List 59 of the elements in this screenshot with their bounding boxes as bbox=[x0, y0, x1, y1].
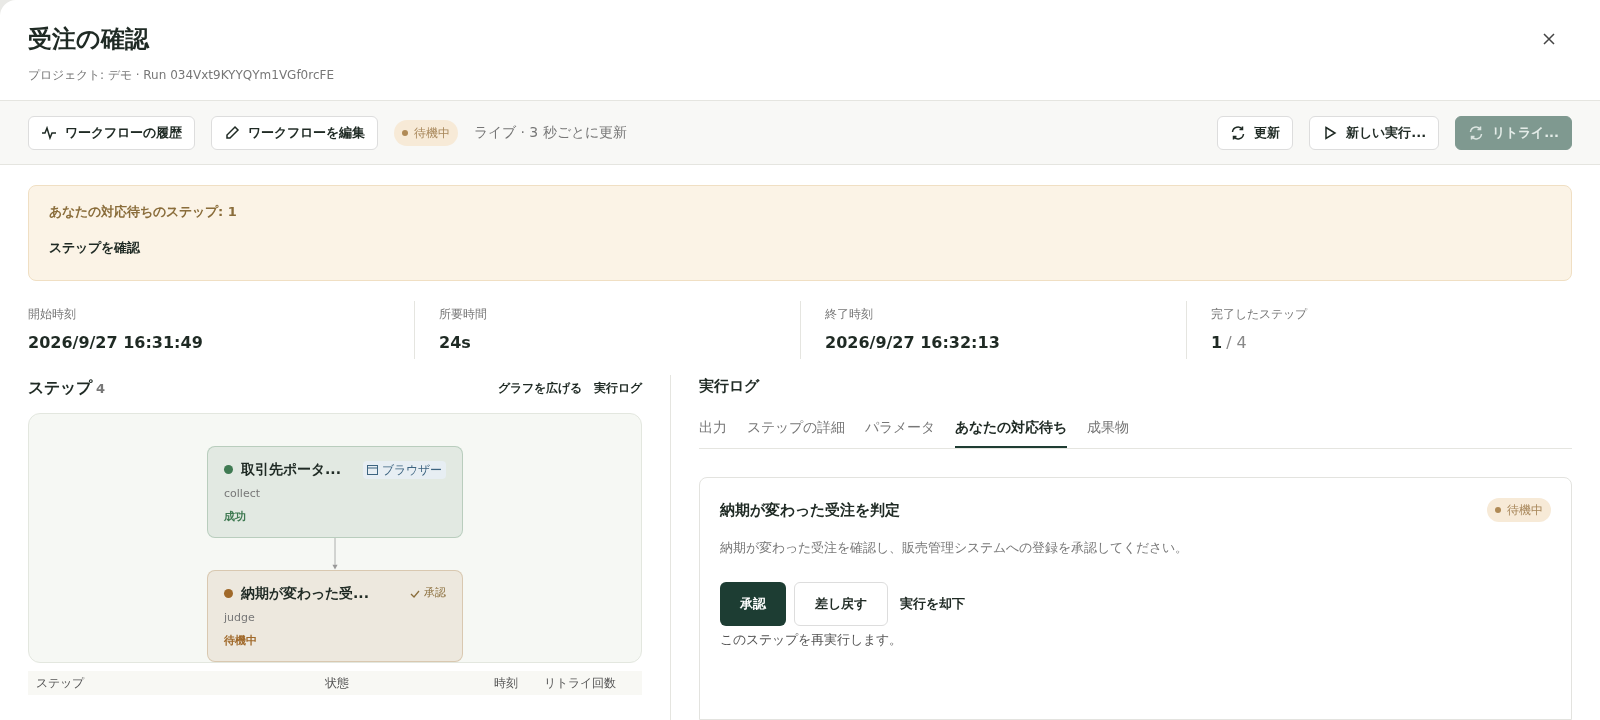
log-tab[interactable]: あなたの対応待ち bbox=[955, 413, 1067, 448]
connector-arrow bbox=[330, 538, 340, 570]
stat-value: 2026/9/27 16:31:49 bbox=[28, 332, 203, 354]
log-tab[interactable]: 出力 bbox=[699, 413, 727, 448]
card-description: 納期が変わった受注を確認し、販売管理システムへの登録を承認してください。 bbox=[720, 539, 1189, 557]
log-title: 実行ログ bbox=[699, 376, 761, 397]
stat-label: 完了したステップ bbox=[1211, 306, 1309, 323]
steps-link[interactable]: 実行ログ bbox=[594, 379, 642, 397]
node-title: 納期が変わった受... bbox=[241, 584, 370, 603]
refresh-icon bbox=[1468, 124, 1485, 141]
step-node[interactable]: 取引先ポータ... ブラウザー collect 成功 bbox=[207, 446, 463, 538]
browser-tag: ブラウザー bbox=[363, 460, 446, 479]
column-header: ステップ bbox=[36, 675, 86, 692]
pulse-icon bbox=[41, 124, 57, 141]
node-title: 取引先ポータ... bbox=[241, 460, 342, 479]
steps-link[interactable]: グラフを広げる bbox=[498, 379, 582, 397]
toolbar-button[interactable]: 更新 bbox=[1217, 115, 1294, 150]
action-button[interactable]: 承認 bbox=[720, 581, 786, 626]
stat-total: / 4 bbox=[1226, 332, 1247, 354]
action-button[interactable]: 差し戻す bbox=[794, 581, 888, 626]
close-icon[interactable] bbox=[1542, 32, 1556, 46]
refresh-icon bbox=[1230, 124, 1247, 141]
play-icon bbox=[1322, 124, 1339, 141]
step-node[interactable]: 納期が変わった受... 承認 judge 待機中 bbox=[207, 570, 463, 662]
node-key: collect bbox=[224, 486, 446, 503]
alert-title: あなたの対応待ちのステップ: 1 bbox=[49, 203, 238, 221]
status-badge: 待機中 bbox=[1487, 498, 1551, 522]
node-status: 待機中 bbox=[224, 632, 258, 649]
stat-value: 1 bbox=[1211, 332, 1223, 354]
run-subtitle: プロジェクト: デモ · Run 034Vxt9KYYQYm1VGf0rcFE bbox=[28, 67, 334, 84]
check-icon bbox=[410, 589, 420, 598]
card-title: 納期が変わった受注を判定 bbox=[720, 499, 900, 521]
live-update-text: ライブ · 3 秒ごとに更新 bbox=[474, 123, 627, 142]
stat-value: 2026/9/27 16:32:13 bbox=[825, 332, 1000, 354]
reject-link[interactable]: 実行を却下 bbox=[896, 593, 969, 614]
stat-value: 24s bbox=[439, 332, 471, 354]
steps-count: 4 bbox=[96, 380, 106, 398]
pencil-icon bbox=[224, 124, 240, 141]
card-note: このステップを再実行します。 bbox=[720, 630, 903, 649]
dialog-title: 受注の確認 bbox=[28, 24, 151, 54]
column-header: 状態 bbox=[325, 675, 351, 692]
status-badge: 待機中 bbox=[394, 119, 458, 146]
log-tab[interactable]: パラメータ bbox=[865, 413, 935, 448]
window-icon bbox=[367, 464, 378, 475]
node-key: judge bbox=[224, 610, 446, 627]
stat-label: 終了時刻 bbox=[825, 306, 874, 323]
steps-title: ステップ bbox=[28, 377, 92, 399]
toolbar-button[interactable]: ワークフローを編集 bbox=[211, 115, 378, 150]
stat-label: 所要時間 bbox=[439, 306, 488, 323]
review-step-link[interactable]: ステップを確認 bbox=[49, 237, 140, 257]
column-header: リトライ回数 bbox=[544, 675, 618, 692]
toolbar-button[interactable]: 新しい実行... bbox=[1309, 115, 1440, 150]
stat-label: 開始時刻 bbox=[28, 306, 77, 323]
log-tab[interactable]: ステップの詳細 bbox=[747, 413, 845, 448]
toolbar-button[interactable]: ワークフローの履歴 bbox=[28, 115, 195, 150]
approval-tag: 承認 bbox=[410, 585, 446, 602]
column-header: 時刻 bbox=[494, 675, 520, 692]
node-status: 成功 bbox=[224, 508, 247, 525]
log-tab[interactable]: 成果物 bbox=[1087, 413, 1129, 448]
